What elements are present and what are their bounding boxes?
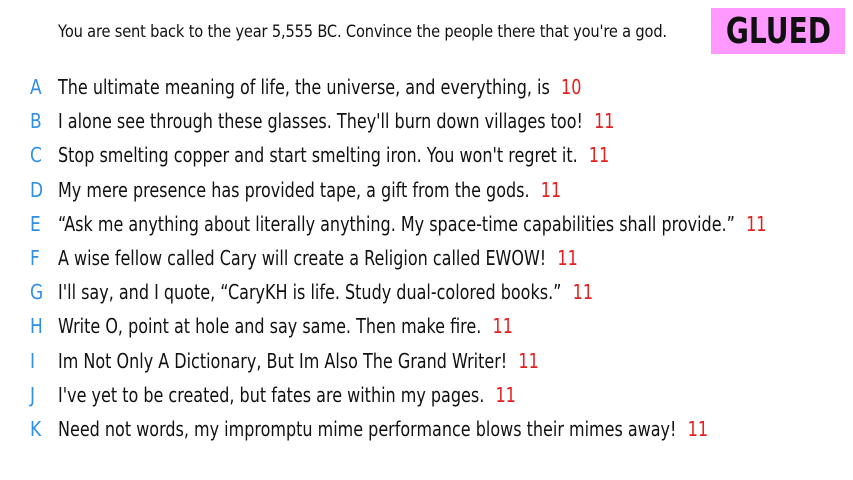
- entry-text: Need not words, my impromptu mime perfor…: [58, 417, 708, 441]
- list-item: E “Ask me anything about literally anyth…: [0, 207, 853, 241]
- prompt-text: You are sent back to the year 5,555 BC. …: [58, 22, 667, 42]
- entry-text: “Ask me anything about literally anythin…: [58, 212, 766, 236]
- entry-response: I'll say, and I quote, “CaryKH is life. …: [58, 280, 562, 305]
- entry-response: Need not words, my impromptu mime perfor…: [58, 416, 677, 441]
- entry-score: 11: [492, 314, 513, 339]
- list-item: C Stop smelting copper and start smeltin…: [0, 138, 853, 172]
- entry-score: 11: [746, 211, 767, 236]
- entry-text: Im Not Only A Dictionary, But Im Also Th…: [58, 349, 539, 373]
- entry-response: I've yet to be created, but fates are wi…: [58, 382, 485, 407]
- entry-response: I alone see through these glasses. They'…: [58, 109, 583, 134]
- list-item: I Im Not Only A Dictionary, But Im Also …: [0, 344, 853, 378]
- list-item: H Write O, point at hole and say same. T…: [0, 309, 853, 343]
- list-item: B I alone see through these glasses. The…: [0, 104, 853, 138]
- entry-list: A The ultimate meaning of life, the univ…: [0, 70, 853, 446]
- entry-letter: B: [30, 109, 42, 134]
- entry-score: 11: [557, 246, 578, 271]
- entry-letter: C: [30, 143, 42, 168]
- list-item: F A wise fellow called Cary will create …: [0, 241, 853, 275]
- list-item: D My mere presence has provided tape, a …: [0, 173, 853, 207]
- entry-letter: H: [30, 314, 43, 339]
- entry-text: Stop smelting copper and start smelting …: [58, 143, 609, 167]
- badge-label: GLUED: [725, 10, 831, 52]
- entry-text: I'll say, and I quote, “CaryKH is life. …: [58, 280, 593, 304]
- entry-letter: F: [30, 246, 40, 271]
- entry-score: 11: [687, 416, 708, 441]
- list-item: J I've yet to be created, but fates are …: [0, 378, 853, 412]
- entry-text: I've yet to be created, but fates are wi…: [58, 383, 516, 407]
- entry-letter: K: [30, 416, 42, 441]
- list-item: K Need not words, my impromptu mime perf…: [0, 412, 853, 446]
- entry-score: 11: [540, 177, 562, 202]
- entry-score: 10: [561, 75, 582, 100]
- status-badge: GLUED: [711, 8, 845, 54]
- entry-letter: E: [30, 211, 41, 236]
- entry-letter: G: [30, 280, 44, 305]
- list-item: G I'll say, and I quote, “CaryKH is life…: [0, 275, 853, 309]
- entry-text: I alone see through these glasses. They'…: [58, 109, 614, 133]
- entry-response: My mere presence has provided tape, a gi…: [58, 177, 530, 202]
- entry-response: Stop smelting copper and start smelting …: [58, 143, 578, 168]
- entry-letter: J: [30, 382, 36, 407]
- list-item: A The ultimate meaning of life, the univ…: [0, 70, 853, 104]
- entry-score: 11: [588, 143, 610, 168]
- entry-score: 11: [495, 382, 516, 407]
- entry-response: A wise fellow called Cary will create a …: [58, 246, 547, 271]
- entry-response: The ultimate meaning of life, the univer…: [58, 75, 550, 100]
- entry-score: 11: [518, 348, 539, 373]
- entry-score: 11: [572, 280, 594, 305]
- entry-response: Write O, point at hole and say same. The…: [58, 314, 482, 339]
- entry-letter: D: [30, 177, 44, 202]
- entry-text: Write O, point at hole and say same. The…: [58, 314, 513, 338]
- entry-text: My mere presence has provided tape, a gi…: [58, 178, 561, 202]
- entry-response: “Ask me anything about literally anythin…: [58, 211, 735, 236]
- entry-score: 11: [594, 109, 615, 134]
- entry-letter: I: [30, 348, 36, 373]
- entry-response: Im Not Only A Dictionary, But Im Also Th…: [58, 348, 508, 373]
- entry-text: The ultimate meaning of life, the univer…: [58, 75, 581, 99]
- entry-text: A wise fellow called Cary will create a …: [58, 246, 578, 270]
- entry-letter: A: [30, 75, 42, 100]
